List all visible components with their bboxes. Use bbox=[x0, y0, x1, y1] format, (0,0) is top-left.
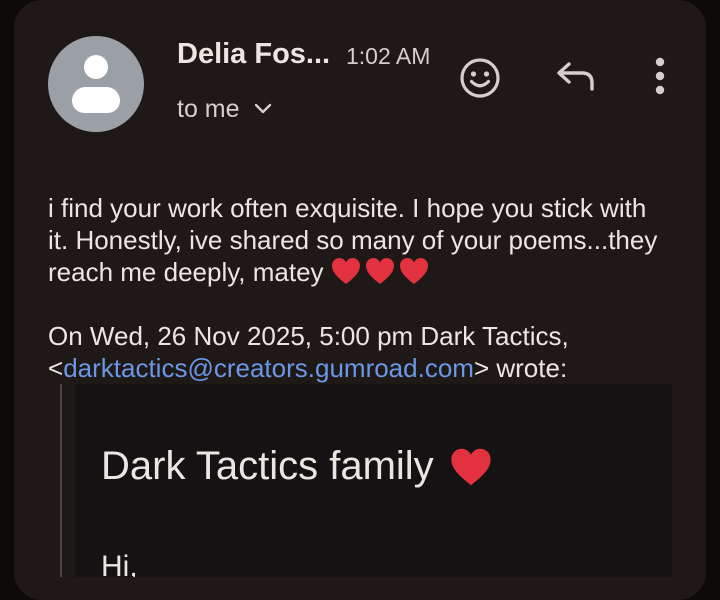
heart-emojis bbox=[330, 256, 430, 286]
quoted-message: Dark Tactics family Hi, bbox=[75, 384, 672, 577]
quote-email-close: > wrote: bbox=[473, 353, 568, 383]
quote-email-open: < bbox=[48, 353, 64, 383]
quoted-title-text: Dark Tactics family bbox=[101, 444, 434, 488]
sender-name[interactable]: Delia Fos... bbox=[177, 38, 330, 71]
person-icon-body bbox=[72, 87, 120, 113]
heart-icon bbox=[399, 258, 428, 284]
reply-icon[interactable] bbox=[554, 58, 598, 94]
emoji-smile-icon[interactable] bbox=[458, 56, 502, 100]
quoted-title: Dark Tactics family bbox=[101, 444, 494, 489]
quote-attribution: On Wed, 26 Nov 2025, 5:00 pm Dark Tactic… bbox=[48, 320, 668, 384]
heart-icon bbox=[331, 258, 360, 284]
message-body: i find your work often exquisite. I hope… bbox=[48, 192, 668, 288]
heart-icon bbox=[451, 448, 491, 485]
sender-avatar[interactable] bbox=[48, 36, 144, 132]
recipient-details-toggle[interactable]: to me bbox=[177, 93, 272, 125]
quote-attribution-text: On Wed, 26 Nov 2025, 5:00 pm Dark Tactic… bbox=[48, 321, 569, 351]
quote-divider bbox=[60, 384, 62, 577]
person-icon-head bbox=[84, 55, 108, 79]
quoted-greeting: Hi, bbox=[101, 550, 138, 577]
recipient-label: to me bbox=[177, 94, 240, 123]
quote-email-link[interactable]: darktactics@creators.gumroad.com bbox=[63, 353, 474, 383]
more-vert-icon[interactable] bbox=[648, 56, 672, 96]
chevron-down-icon bbox=[254, 103, 271, 114]
email-time: 1:02 AM bbox=[346, 43, 431, 69]
heart-icon bbox=[365, 258, 394, 284]
